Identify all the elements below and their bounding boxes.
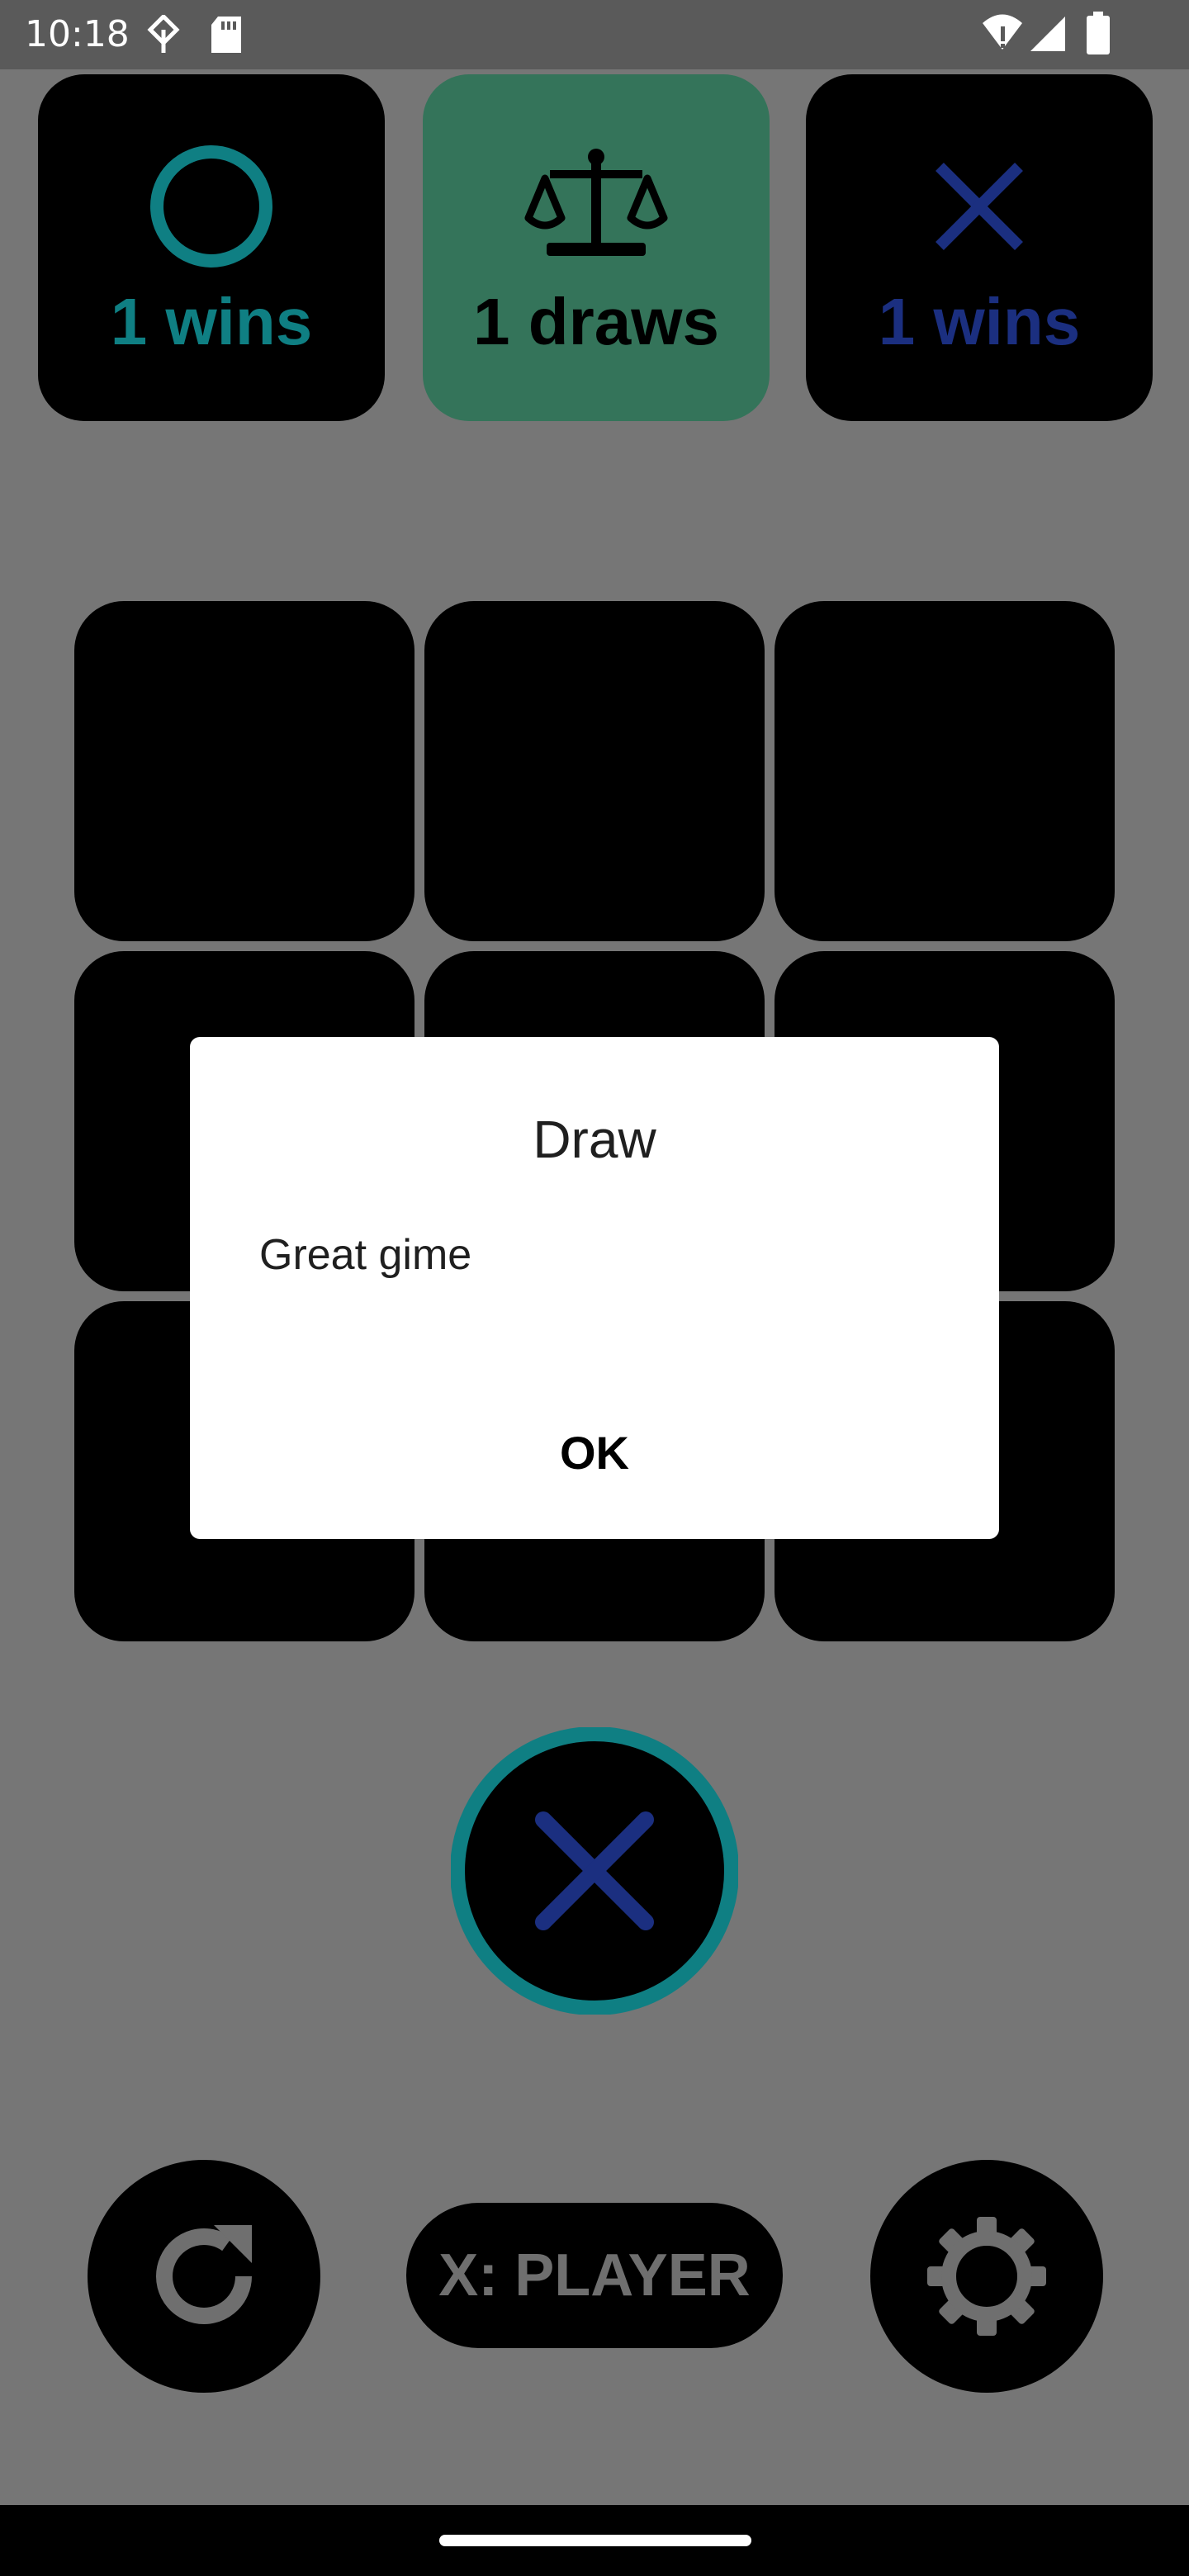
o-icon [150,145,272,268]
result-dialog: Draw Great gime OK [190,1037,999,1539]
draws-label: 1 draws [473,285,719,358]
o-score-card: 1 wins [38,74,385,421]
player-mode-toggle[interactable]: X: PLAYER [406,2203,783,2348]
status-time: 10:18 [25,13,130,55]
battery-icon [1087,12,1110,54]
board-cell-2[interactable] [424,601,765,941]
dialog-title: Draw [533,1110,656,1169]
player-mode-label: X: PLAYER [438,2242,751,2308]
restart-button[interactable] [88,2160,320,2393]
signal-icon [1030,17,1065,51]
wifi-icon [983,14,1022,50]
refresh-icon [156,2225,252,2324]
dialog-message: Great gime [259,1231,472,1279]
gear-icon [927,2217,1046,2336]
scales-icon [524,149,668,256]
x-icon [936,163,1023,250]
usb-icon [147,15,180,53]
o-wins-label: 1 wins [110,285,313,358]
draws-score-card: 1 draws [423,74,770,421]
sd-card-icon [211,17,241,53]
x-wins-label: 1 wins [878,285,1081,358]
ok-button[interactable]: OK [512,1409,677,1498]
turn-indicator-x-icon [451,1727,738,2015]
settings-button[interactable] [870,2160,1103,2393]
home-gesture-handle[interactable] [439,2535,751,2546]
x-score-card: 1 wins [806,74,1153,421]
board-cell-3[interactable] [775,601,1115,941]
board-cell-1[interactable] [74,601,414,941]
